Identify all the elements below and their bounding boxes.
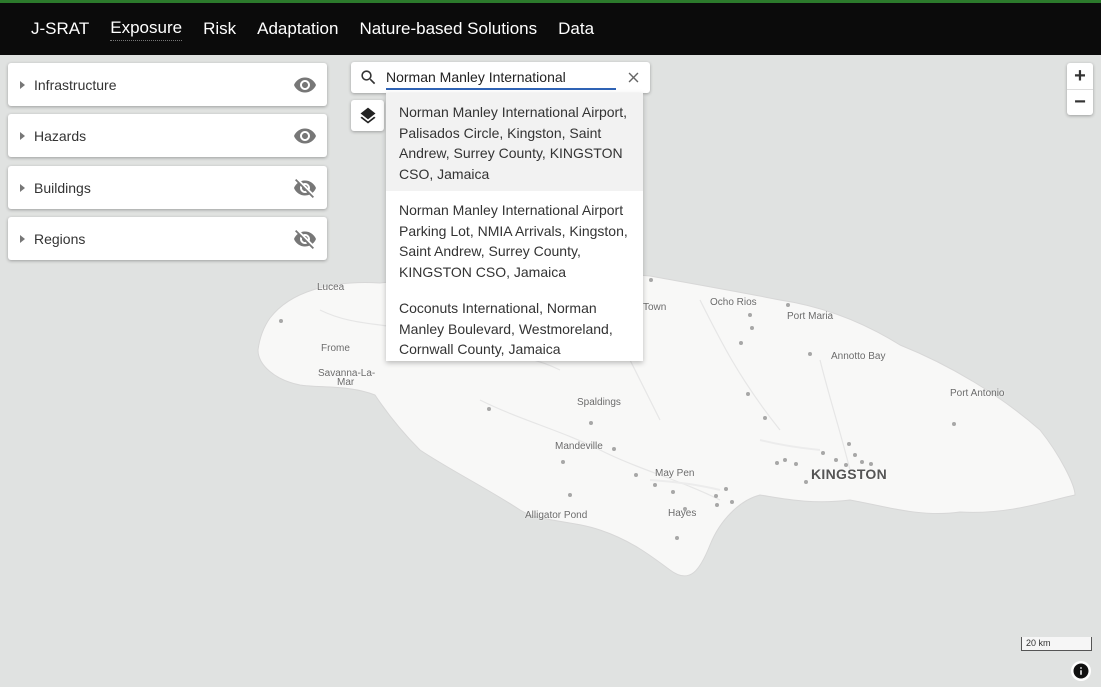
place-may-pen: May Pen (655, 468, 695, 479)
visibility-on-icon[interactable] (293, 73, 317, 97)
panel-label-buildings: Buildings (34, 179, 91, 196)
nav-exposure[interactable]: Exposure (110, 17, 183, 41)
zoom-control: + − (1067, 63, 1093, 115)
search-icon (361, 70, 376, 85)
place-alligator-pond: Alligator Pond (525, 510, 588, 521)
panel-regions[interactable]: Regions (8, 217, 327, 260)
place-port-maria: Port Maria (787, 311, 834, 322)
expand-caret-icon (20, 183, 25, 192)
place-spaldings: Spaldings (577, 397, 621, 408)
expand-caret-icon (20, 80, 25, 89)
visibility-off-icon[interactable] (293, 176, 317, 200)
panel-label-regions: Regions (34, 230, 86, 247)
zoom-out-button[interactable]: − (1067, 89, 1093, 115)
place-annotto-bay: Annotto Bay (831, 351, 886, 362)
search-suggestions: Norman Manley International Airport, Pal… (386, 93, 643, 361)
panel-hazards[interactable]: Hazards (8, 114, 327, 157)
place-hayes: Hayes (668, 508, 697, 519)
place-port-antonio: Port Antonio (950, 388, 1005, 399)
place-ocho-rios: Ocho Rios (710, 297, 757, 308)
basemap-layers-button[interactable] (351, 100, 384, 131)
clear-icon[interactable] (625, 69, 642, 86)
panel-infrastructure[interactable]: Infrastructure (8, 63, 327, 106)
info-icon (1073, 663, 1089, 679)
search-input[interactable] (386, 66, 616, 90)
place-lucea: Lucea (317, 282, 345, 293)
place-search (351, 62, 650, 93)
place-kingston: KINGSTON (811, 466, 888, 482)
suggestion-item[interactable]: Norman Manley International Airport Park… (386, 191, 643, 289)
place-mandeville: Mandeville (555, 441, 603, 452)
zoom-in-button[interactable]: + (1067, 63, 1093, 89)
visibility-off-icon[interactable] (293, 227, 317, 251)
place-savanna-la-mar-2: Mar (337, 377, 355, 388)
top-nav-bar: J-SRAT Exposure Risk Adaptation Nature-b… (0, 0, 1101, 55)
nav-data[interactable]: Data (558, 18, 594, 40)
place-town: Town (643, 302, 667, 313)
attribution-button[interactable] (1071, 661, 1091, 681)
suggestion-item[interactable]: Norman Manley International Airport, Pal… (386, 93, 643, 191)
panel-label-infrastructure: Infrastructure (34, 76, 117, 93)
layers-icon (360, 107, 375, 124)
panel-label-hazards: Hazards (34, 127, 87, 144)
nav-nature-based-solutions[interactable]: Nature-based Solutions (359, 18, 537, 40)
nav-adaptation[interactable]: Adaptation (257, 18, 338, 40)
brand-link[interactable]: J-SRAT (31, 18, 89, 40)
expand-caret-icon (20, 131, 25, 140)
expand-caret-icon (20, 234, 25, 243)
suggestion-item[interactable]: Coconuts International, Norman Manley Bo… (386, 289, 643, 367)
panel-buildings[interactable]: Buildings (8, 166, 327, 209)
scale-bar: 20 km (1021, 637, 1092, 651)
visibility-on-icon[interactable] (293, 124, 317, 148)
place-frome: Frome (321, 343, 350, 354)
nav-risk[interactable]: Risk (203, 18, 236, 40)
